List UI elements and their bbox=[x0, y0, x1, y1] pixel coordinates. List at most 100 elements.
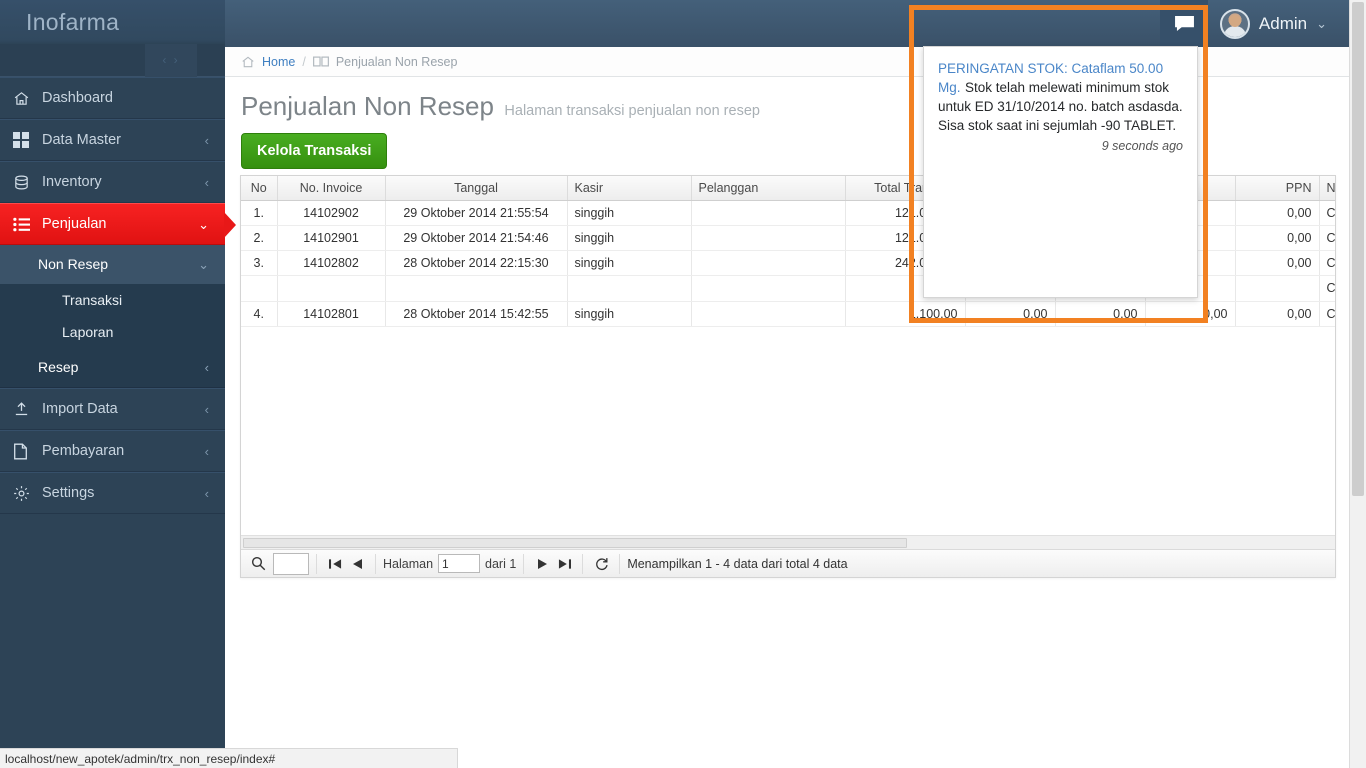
home-icon bbox=[241, 55, 255, 69]
chat-bubble-icon bbox=[1174, 15, 1195, 32]
column-header-nama[interactable]: Nama Barang bbox=[1319, 176, 1335, 201]
divider bbox=[582, 553, 584, 574]
column-header-plg[interactable]: Pelanggan bbox=[691, 176, 846, 201]
cell-plg bbox=[691, 250, 846, 276]
breadcrumb-home-link[interactable]: Home bbox=[262, 55, 295, 69]
cell-plg bbox=[691, 200, 846, 226]
chevron-left-icon: ‹ bbox=[204, 443, 209, 459]
first-page-icon[interactable] bbox=[324, 553, 346, 575]
sidebar-subitem-label: Laporan bbox=[62, 324, 114, 340]
user-menu[interactable]: Admin ⌄ bbox=[1219, 0, 1331, 47]
file-icon bbox=[13, 443, 39, 460]
cell-kasir: singgih bbox=[567, 225, 692, 251]
refresh-icon[interactable] bbox=[590, 553, 612, 575]
prev-page-icon[interactable] bbox=[346, 553, 368, 575]
cell-nama: Cataflam 5 bbox=[1319, 225, 1335, 251]
grid-icon bbox=[13, 132, 39, 148]
grid-horizontal-scrollbar[interactable] bbox=[241, 535, 1335, 549]
cell-inv bbox=[277, 275, 386, 302]
chevron-left-icon: ‹ bbox=[204, 132, 209, 148]
sidebar-item-label: Settings bbox=[42, 485, 95, 501]
sidebar-subitem-label: Non Resep bbox=[38, 256, 109, 272]
cell-ppn: 0,00 bbox=[1235, 200, 1320, 226]
sidebar-item-settings[interactable]: Settings ‹ bbox=[0, 472, 225, 514]
column-header-no[interactable]: No bbox=[241, 176, 278, 201]
cell-tgl: 29 Oktober 2014 21:55:54 bbox=[385, 200, 568, 226]
magnifier-icon[interactable] bbox=[247, 553, 269, 575]
cell-kasir bbox=[567, 275, 692, 302]
page-subtitle: Halaman transaksi penjualan non resep bbox=[504, 103, 760, 119]
status-bar-url: localhost/new_apotek/admin/trx_non_resep… bbox=[5, 751, 276, 766]
cell-inv: 14102902 bbox=[277, 200, 386, 226]
sidebar-item-dashboard[interactable]: Dashboard bbox=[0, 77, 225, 119]
sidebar-item-label: Dashboard bbox=[42, 90, 113, 106]
stock-alert-notification[interactable]: PERINGATAN STOK: Cataflam 50.00 Mg. Stok… bbox=[923, 46, 1198, 298]
column-header-kasir[interactable]: Kasir bbox=[567, 176, 692, 201]
cell-c1: 0,00 bbox=[965, 301, 1056, 327]
page-label: Halaman bbox=[383, 556, 434, 571]
cell-nama: Cataflam 5 bbox=[1319, 275, 1335, 302]
browser-scrollbar-thumb[interactable] bbox=[1352, 2, 1364, 496]
cell-plg bbox=[691, 275, 846, 302]
messages-button[interactable] bbox=[1160, 0, 1208, 47]
book-icon bbox=[312, 55, 329, 68]
cell-inv: 14102801 bbox=[277, 301, 386, 327]
cell-plg bbox=[691, 225, 846, 251]
cell-nama: Cataflam 5 bbox=[1319, 200, 1335, 226]
cell-kasir: singgih bbox=[567, 250, 692, 276]
chevron-left-icon: ‹ bbox=[204, 174, 209, 190]
grid-status-text: Menampilkan 1 - 4 data dari total 4 data bbox=[627, 556, 848, 571]
sidebar-item-non-resep[interactable]: Non Resep ⌄ bbox=[0, 245, 225, 284]
cell-tgl: 28 Oktober 2014 22:15:30 bbox=[385, 250, 568, 276]
page-number-input[interactable] bbox=[438, 554, 481, 573]
cell-ppn: 0,00 bbox=[1235, 250, 1320, 276]
next-page-icon[interactable] bbox=[531, 553, 553, 575]
table-row[interactable]: 4. 14102801 28 Oktober 2014 15:42:55 singgi… bbox=[241, 301, 1335, 327]
page-of-label: dari 1 bbox=[485, 556, 517, 571]
gear-icon bbox=[13, 485, 39, 502]
cell-no: 3. bbox=[241, 250, 278, 276]
sidebar-item-import-data[interactable]: Import Data ‹ bbox=[0, 388, 225, 430]
divider bbox=[523, 553, 525, 574]
sidebar-item-pembayaran[interactable]: Pembayaran ‹ bbox=[0, 430, 225, 472]
sidebar-item-label: Data Master bbox=[42, 132, 121, 148]
sidebar-collapse-button[interactable]: ‹ › bbox=[145, 44, 197, 77]
notification-timestamp: 9 seconds ago bbox=[1101, 139, 1183, 153]
list-icon bbox=[13, 217, 39, 232]
sidebar-item-laporan[interactable]: Laporan bbox=[0, 316, 225, 348]
top-bar: Admin ⌄ bbox=[225, 0, 1349, 47]
cell-nama: Cataflam 5 bbox=[1319, 301, 1335, 327]
grid-find-input[interactable] bbox=[273, 552, 309, 575]
browser-status-bar: localhost/new_apotek/admin/trx_non_resep… bbox=[0, 748, 458, 768]
sidebar-item-inventory[interactable]: Inventory ‹ bbox=[0, 161, 225, 203]
chevron-left-icon: ‹ bbox=[204, 401, 209, 417]
breadcrumb-separator: / bbox=[302, 54, 306, 69]
cell-no: 2. bbox=[241, 225, 278, 251]
last-page-icon[interactable] bbox=[553, 553, 575, 575]
cell-inv: 14102901 bbox=[277, 225, 386, 251]
column-header-inv[interactable]: No. Invoice bbox=[277, 176, 386, 201]
cell-tgl bbox=[385, 275, 568, 302]
cell-ppn: 0,00 bbox=[1235, 301, 1320, 327]
sidebar-item-penjualan[interactable]: Penjualan ⌄ bbox=[0, 203, 236, 245]
cell-kasir: singgih bbox=[567, 200, 692, 226]
divider bbox=[619, 553, 621, 574]
user-name: Admin bbox=[1258, 13, 1308, 33]
sidebar-item-label: Import Data bbox=[42, 401, 118, 417]
sidebar-subitem-label: Transaksi bbox=[62, 292, 123, 308]
sidebar-item-resep[interactable]: Resep ‹ bbox=[0, 348, 225, 387]
grid-scrollbar-thumb[interactable] bbox=[243, 538, 907, 548]
sidebar-item-transaksi[interactable]: Transaksi bbox=[0, 284, 225, 316]
column-header-ppn[interactable]: PPN bbox=[1235, 176, 1320, 201]
grid-footer: Halaman dari 1 Menampilkan 1 - 4 data da… bbox=[241, 549, 1335, 577]
divider bbox=[316, 553, 317, 574]
cell-c3: 0,00 bbox=[1145, 301, 1236, 327]
column-header-tgl[interactable]: Tanggal bbox=[385, 176, 568, 201]
cell-tgl: 28 Oktober 2014 15:42:55 bbox=[385, 301, 568, 327]
browser-vertical-scrollbar[interactable] bbox=[1349, 0, 1366, 768]
avatar bbox=[1219, 8, 1250, 39]
database-icon bbox=[13, 174, 39, 191]
notification-body: Stok telah melewati minimum stok untuk E… bbox=[938, 80, 1183, 133]
kelola-transaksi-button[interactable]: Kelola Transaksi bbox=[241, 133, 388, 169]
sidebar-item-data-master[interactable]: Data Master ‹ bbox=[0, 119, 225, 161]
